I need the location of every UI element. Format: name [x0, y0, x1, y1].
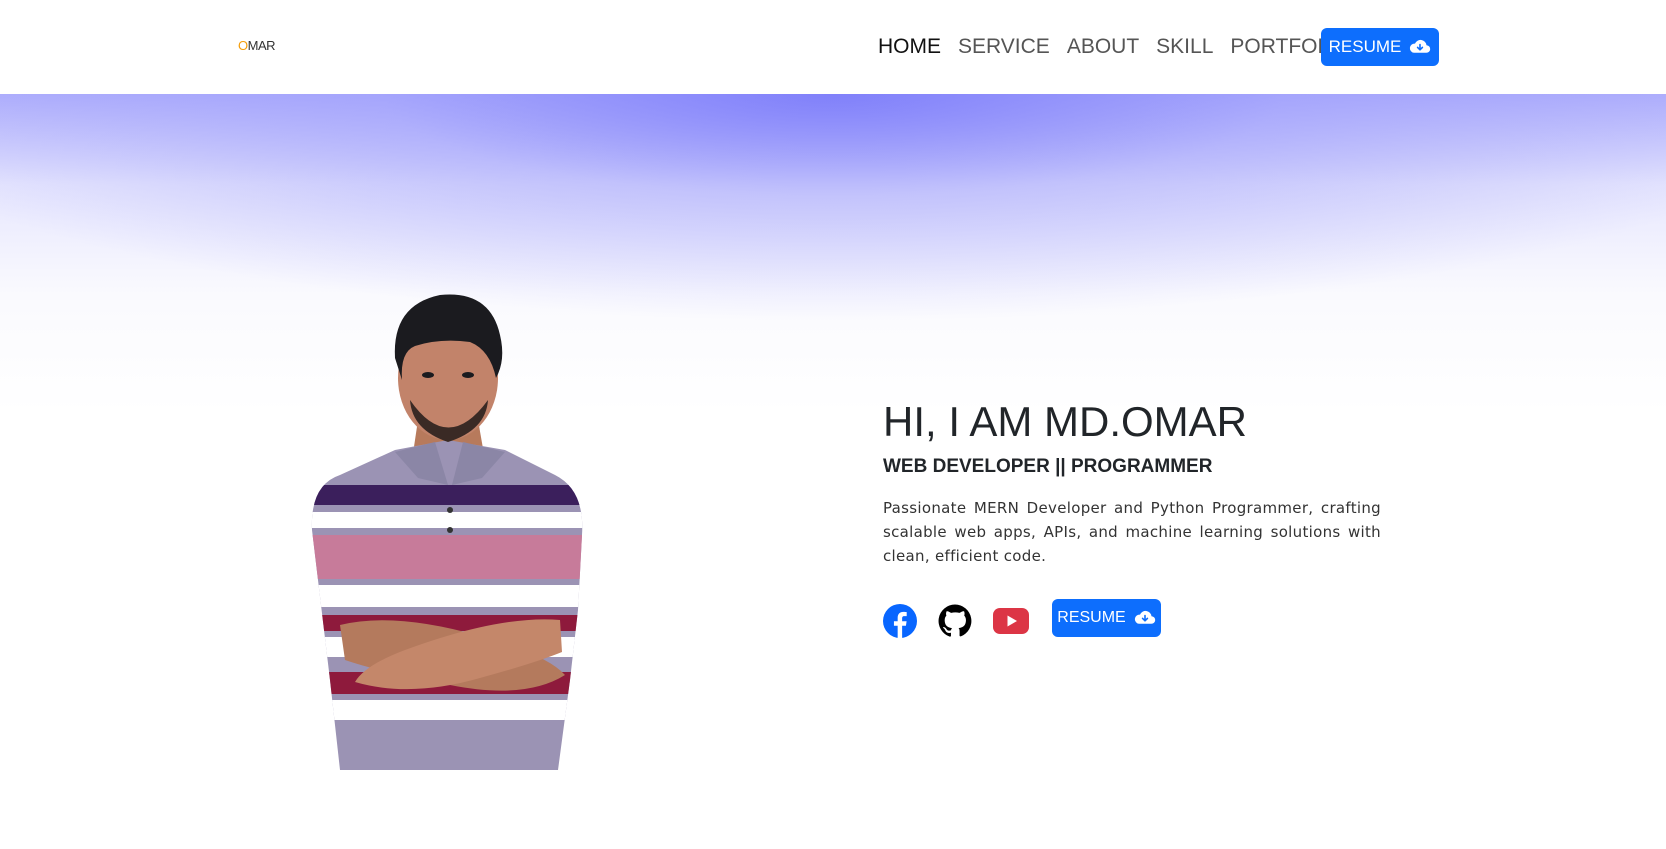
nav-links: HOME SERVICE ABOUT SKILL PORTFOLIO — [878, 32, 1368, 62]
navbar: OMAR HOME SERVICE ABOUT SKILL PORTFOLIO … — [0, 0, 1666, 94]
cloud-download-icon — [1134, 610, 1155, 624]
site-logo[interactable]: OMAR — [238, 38, 276, 53]
youtube-icon[interactable] — [993, 607, 1029, 635]
nav-link-home[interactable]: HOME — [878, 32, 941, 62]
nav-link-skill[interactable]: SKILL — [1156, 32, 1213, 62]
github-icon[interactable] — [938, 604, 972, 638]
nav-link-service[interactable]: SERVICE — [958, 32, 1050, 62]
nav-link-about[interactable]: ABOUT — [1067, 32, 1139, 62]
hero-section: HI, I AM MD.OMAR WEB DEVELOPER || PROGRA… — [0, 94, 1666, 849]
logo-letter-o: O — [238, 38, 248, 53]
facebook-icon[interactable] — [883, 604, 917, 638]
hero-subtitle: WEB DEVELOPER || PROGRAMMER — [883, 456, 1213, 477]
profile-photo — [311, 294, 583, 770]
logo-text: MAR — [247, 38, 276, 53]
nav-resume-label: RESUME — [1328, 37, 1402, 56]
cloud-download-icon — [1410, 39, 1431, 53]
hero-resume-button[interactable]: RESUME — [1052, 599, 1161, 637]
hero-resume-label: RESUME — [1057, 609, 1126, 626]
hero-description: Passionate MERN Developer and Python Pro… — [883, 499, 1381, 565]
nav-resume-button[interactable]: RESUME — [1321, 28, 1439, 66]
hero-title: HI, I AM MD.OMAR — [883, 398, 1248, 445]
